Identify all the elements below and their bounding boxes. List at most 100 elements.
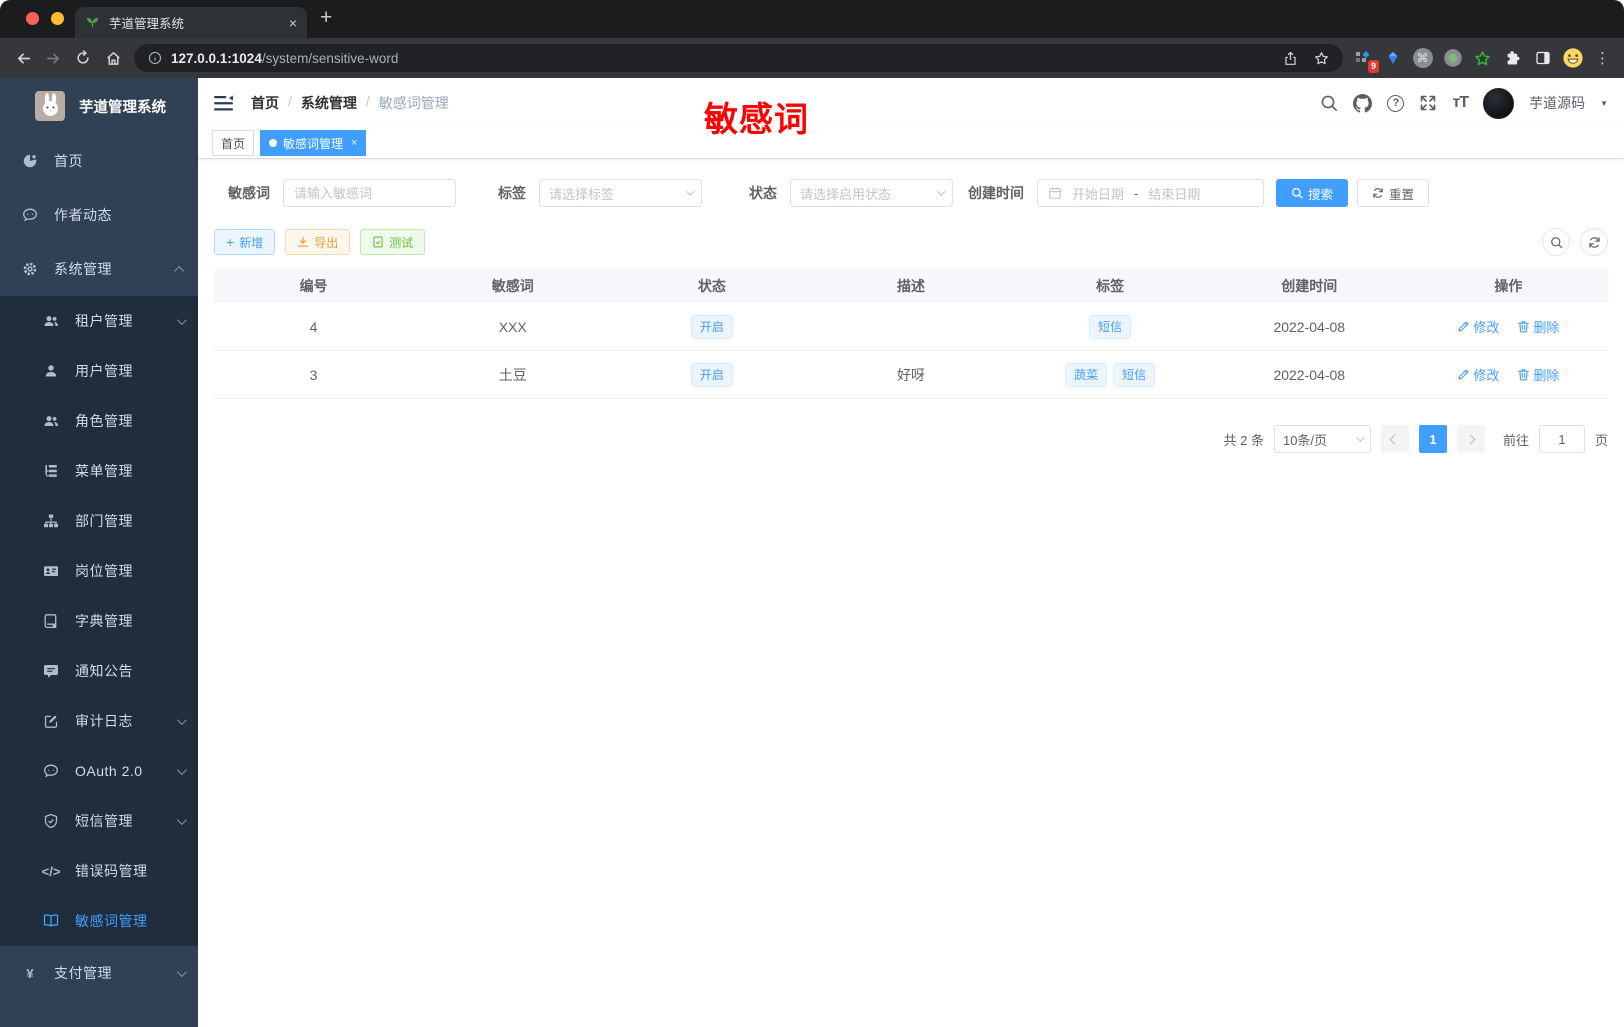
export-button[interactable]: 导出 [285,229,351,255]
extension-badge: 9 [1367,60,1379,73]
username[interactable]: 芋道源码 [1529,93,1585,113]
next-page-button[interactable] [1456,425,1485,453]
sidebar-item-租户管理[interactable]: 租户管理 [0,296,198,346]
reload-icon[interactable] [68,43,98,73]
chevron-right-icon [1466,434,1476,444]
sidebar-item-短信管理[interactable]: 短信管理 [0,796,198,846]
sidebar-item-作者动态[interactable]: 作者动态 [0,188,198,242]
sidebar-item-用户管理[interactable]: 用户管理 [0,346,198,396]
page-size-select[interactable]: 10条/页 [1273,425,1371,453]
table-toolbar: + 新增 导出 测试 [214,228,1608,256]
tag-select[interactable]: 请选择标签 [539,179,702,207]
column-header: 状态 [697,278,726,294]
sidebar-item-label: 字典管理 [75,613,133,629]
status-select[interactable]: 请选择启用状态 [790,179,953,207]
chevron-down-icon [176,764,187,775]
breadcrumb-system[interactable]: 系统管理 [301,93,357,113]
search-icon[interactable] [1320,94,1338,112]
sidebar-item-审计日志[interactable]: 审计日志 [0,696,198,746]
test-button[interactable]: 测试 [360,229,426,255]
tag-view-label: 敏感词管理 [283,136,344,151]
fullscreen-icon[interactable] [1419,94,1437,112]
back-icon[interactable] [8,43,38,73]
browser-menu-icon[interactable]: ⋮ [1589,44,1616,72]
user-avatar[interactable] [1483,87,1515,119]
window-close-button[interactable] [26,12,39,25]
browser-tab[interactable]: 芋道管理系统 × [75,7,307,38]
sidebar-item-支付管理[interactable]: ¥ 支付管理 [0,946,198,1000]
tab-close-icon[interactable]: × [289,16,297,30]
window-minimize-button[interactable] [51,12,64,25]
tag-view-敏感词管理[interactable]: 敏感词管理 × [260,130,367,156]
sidebar-item-首页[interactable]: 首页 [0,134,198,188]
breadcrumb-home[interactable]: 首页 [251,93,279,113]
goto-page-input[interactable] [1538,425,1585,453]
delete-button[interactable]: 删除 [1517,317,1559,336]
sidebar-item-label: 岗位管理 [75,563,133,579]
status-label: 状态 [749,185,777,201]
sidebar-item-部门管理[interactable]: 部门管理 [0,496,198,546]
sidebar-item-字典管理[interactable]: 字典管理 [0,596,198,646]
extension-dot-icon[interactable] [1439,44,1466,72]
refresh-table-button[interactable] [1580,228,1608,256]
tenant-users-icon [42,313,60,329]
edit-button[interactable]: 修改 [1457,365,1499,384]
sidebar-item-错误码管理[interactable]: </> 错误码管理 [0,846,198,896]
chevron-down-icon [176,814,187,825]
chevron-down-icon [937,187,946,196]
add-button[interactable]: + 新增 [214,229,276,255]
caret-down-icon[interactable]: ▼ [1600,99,1608,108]
current-page[interactable]: 1 [1418,425,1447,453]
chevron-down-icon [686,187,695,196]
sidebar-item-label: 租户管理 [75,313,133,329]
sidebar-item-label: 作者动态 [54,207,112,223]
sidebar-item-通知公告[interactable]: 通知公告 [0,646,198,696]
audit-log-icon [42,713,60,729]
table-cell: 4 [309,318,318,335]
home-icon[interactable] [98,43,128,73]
sidebar-item-角色管理[interactable]: 角色管理 [0,396,198,446]
row-tag: 短信 [1089,314,1132,339]
sidebar-item-岗位管理[interactable]: 岗位管理 [0,546,198,596]
extension-funnel-icon[interactable] [1379,44,1406,72]
end-date-placeholder: 结束日期 [1148,186,1201,202]
search-button[interactable]: 搜索 [1276,179,1349,207]
keyword-input[interactable] [283,179,456,207]
app-logo[interactable]: 芋道管理系统 [0,78,198,134]
sidebar-item-label: 支付管理 [54,965,112,981]
table-cell: 2022-04-08 [1273,318,1346,335]
table-cell: 修改 删除 [1409,365,1608,384]
sidebar-item-OAuth 2.0[interactable]: OAuth 2.0 [0,746,198,796]
tab-close-icon[interactable]: × [351,137,357,149]
github-icon[interactable] [1353,93,1373,113]
tag-view-首页[interactable]: 首页 [212,130,255,156]
extension-grid-icon[interactable]: 9 [1349,44,1379,73]
table-cell: 3 [309,366,318,383]
edit-button[interactable]: 修改 [1457,317,1499,336]
row-tag: 蔬菜 [1065,362,1108,387]
forward-icon[interactable] [38,43,68,73]
sidebar-item-敏感词管理[interactable]: 敏感词管理 [0,896,198,946]
extensions-puzzle-icon[interactable] [1499,44,1526,72]
sidebar-item-系统管理[interactable]: 系统管理 [0,242,198,296]
reset-button[interactable]: 重置 [1357,179,1430,207]
profile-emoji-icon[interactable] [1559,44,1586,72]
prev-page-button[interactable] [1380,425,1409,453]
column-header: 操作 [1494,278,1523,294]
bookmark-star-icon[interactable] [1314,51,1329,66]
extension-star-icon[interactable] [1469,44,1496,72]
hamburger-icon[interactable] [214,94,233,112]
toggle-search-button[interactable] [1542,228,1570,256]
url-bar[interactable]: 127.0.0.1:1024/system/sensitive-word [134,44,1343,72]
sidebar-toggle-icon[interactable] [1529,44,1556,72]
new-tab-button[interactable]: + [320,6,332,30]
menu-tree-icon [42,463,60,479]
extension-command-icon[interactable]: ⌘ [1409,44,1436,72]
site-info-icon[interactable] [148,51,162,65]
fontsize-icon[interactable]: тT [1452,94,1469,112]
delete-button[interactable]: 删除 [1517,365,1559,384]
share-icon[interactable] [1283,51,1298,66]
date-range-picker[interactable]: 开始日期 - 结束日期 [1037,179,1264,207]
help-icon[interactable]: ? [1387,94,1405,112]
sidebar-item-菜单管理[interactable]: 菜单管理 [0,446,198,496]
